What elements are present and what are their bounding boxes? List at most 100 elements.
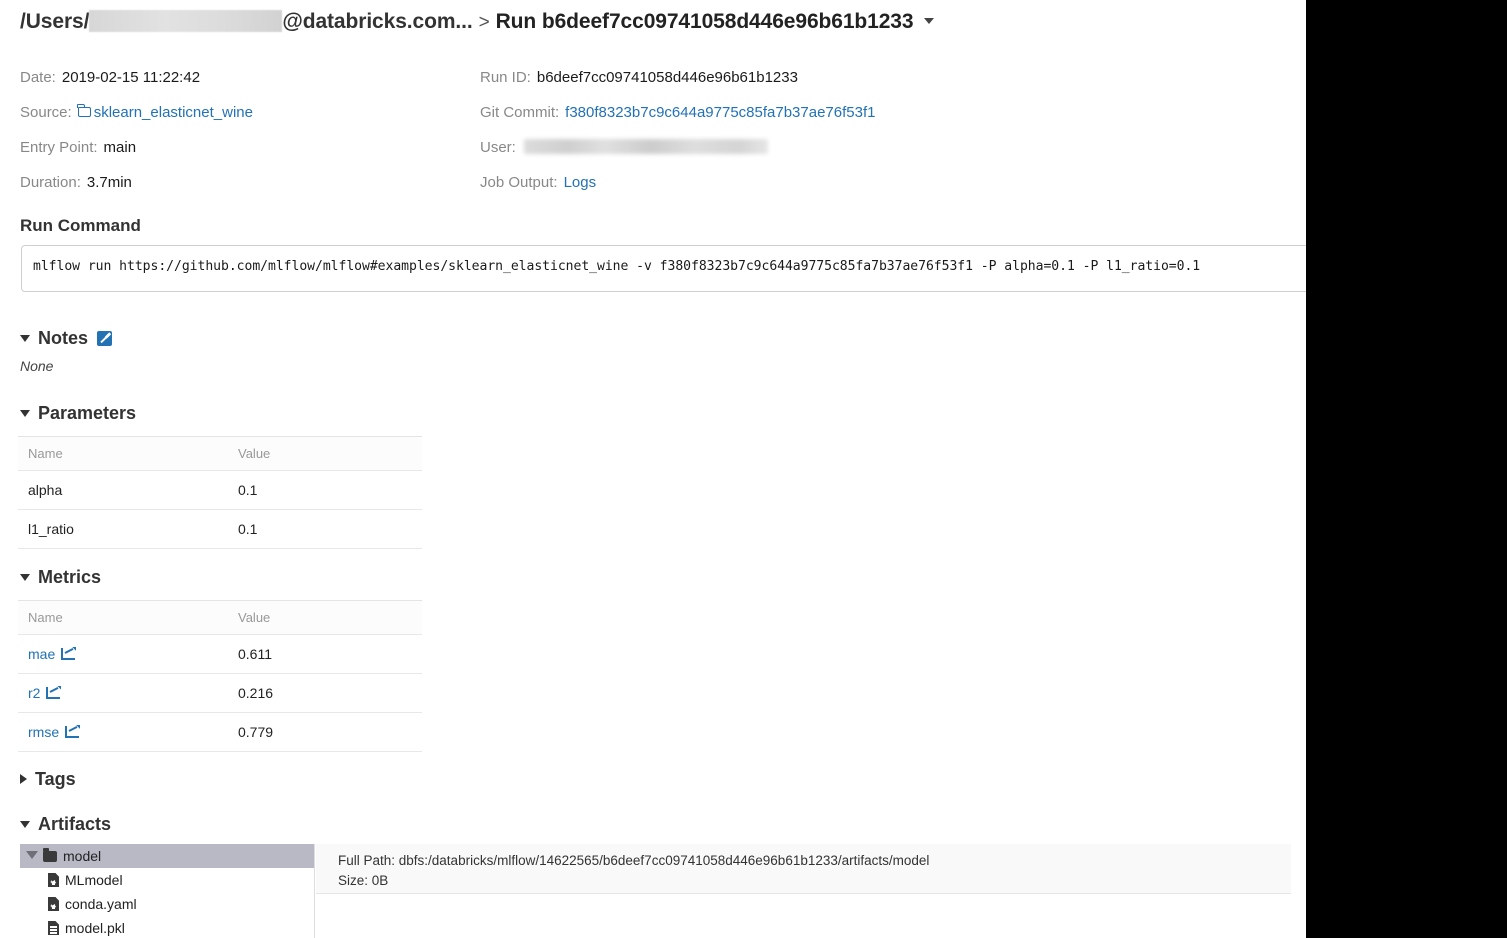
param-value: 0.1	[228, 470, 422, 510]
duration-label: Duration:	[20, 174, 81, 191]
notes-title: Notes	[38, 328, 89, 348]
chevron-expanded-icon[interactable]	[20, 335, 30, 342]
parameters-col-value: Value	[228, 436, 422, 471]
artifact-tree[interactable]: model MLmodel conda.yaml model.pkl	[20, 844, 315, 938]
param-name: alpha	[18, 470, 228, 510]
metrics-table: Name Value mae 0.611 r2 0.216 rmse 0.779	[18, 600, 422, 752]
job-output-logs-link[interactable]: Logs	[564, 174, 597, 191]
code-file-icon	[48, 873, 59, 887]
table-row: r2 0.216	[18, 673, 422, 713]
list-item[interactable]: conda.yaml	[20, 892, 314, 916]
metric-value: 0.779	[228, 712, 422, 752]
parameters-header-row: Name Value	[18, 436, 422, 471]
section-header-tags[interactable]: Tags	[20, 769, 76, 790]
table-row: mae 0.611	[18, 634, 422, 674]
chevron-down-icon[interactable]	[924, 18, 935, 24]
user-value-redacted	[523, 139, 768, 154]
param-value: 0.1	[228, 509, 422, 549]
chevron-expanded-icon[interactable]	[20, 574, 30, 581]
metrics-header-row: Name Value	[18, 600, 422, 635]
metadata-row-user: User:	[480, 130, 1000, 165]
param-name: l1_ratio	[18, 509, 228, 549]
chart-line-icon[interactable]	[46, 687, 61, 699]
entry-point-label: Entry Point:	[20, 139, 98, 156]
entry-point-value: main	[103, 139, 137, 156]
section-header-metrics[interactable]: Metrics	[20, 567, 101, 588]
source-label: Source:	[20, 104, 72, 121]
file-icon	[48, 921, 59, 935]
folder-icon	[77, 104, 91, 117]
parameters-col-name: Name	[18, 436, 228, 471]
artifact-name: model.pkl	[65, 920, 125, 936]
list-item[interactable]: model	[20, 844, 314, 868]
chevron-expanded-icon[interactable]	[26, 851, 38, 859]
run-metadata-right-column: Run ID: b6deef7cc09741058d446e96b61b1233 …	[480, 60, 1000, 200]
run-command-text: mlflow run https://github.com/mlflow/mlf…	[33, 259, 1201, 274]
run-id-label: Run ID:	[480, 69, 531, 86]
edit-pencil-icon[interactable]	[97, 331, 113, 346]
source-link[interactable]: sklearn_elasticnet_wine	[94, 104, 253, 121]
metric-link-mae[interactable]: mae	[28, 646, 55, 662]
breadcrumb: /Users/ @databricks.com... > Run b6deef7cc0…	[20, 10, 935, 34]
letterbox-area	[1306, 0, 1507, 938]
date-label: Date:	[20, 69, 56, 86]
parameters-table: Name Value alpha 0.1 l1_ratio 0.1	[18, 436, 422, 549]
artifact-full-path: Full Path: dbfs:/databricks/mlflow/14622…	[338, 853, 930, 868]
code-file-icon	[48, 897, 59, 911]
list-item[interactable]: MLmodel	[20, 868, 314, 892]
user-label: User:	[480, 139, 516, 156]
run-command-box[interactable]: mlflow run https://github.com/mlflow/mlf…	[21, 245, 1306, 292]
chart-line-icon[interactable]	[65, 726, 80, 738]
table-row: l1_ratio 0.1	[18, 509, 422, 549]
metadata-row-duration: Duration: 3.7min	[20, 165, 480, 200]
breadcrumb-username-redacted	[89, 10, 283, 32]
git-commit-link[interactable]: f380f8323b7c9c644a9775c85fa7b37ae76f53f1	[565, 104, 875, 121]
table-row: rmse 0.779	[18, 712, 422, 752]
metrics-col-name: Name	[18, 600, 228, 635]
mlflow-run-detail-page: /Users/ @databricks.com... > Run b6deef7cc0…	[0, 0, 1306, 938]
duration-value: 3.7min	[86, 174, 132, 191]
metric-name-cell: mae	[18, 634, 228, 674]
section-header-parameters[interactable]: Parameters	[20, 403, 136, 424]
metric-name-cell: r2	[18, 673, 228, 713]
folder-icon	[43, 848, 57, 862]
breadcrumb-separator: >	[478, 12, 490, 33]
metric-name-cell: rmse	[18, 712, 228, 752]
metadata-row-date: Date: 2019-02-15 11:22:42	[20, 60, 480, 95]
metrics-col-value: Value	[228, 600, 422, 635]
table-row: alpha 0.1	[18, 470, 422, 510]
metadata-row-job-output: Job Output: Logs	[480, 165, 1000, 200]
metadata-row-entry-point: Entry Point: main	[20, 130, 480, 165]
chevron-collapsed-icon[interactable]	[20, 774, 27, 784]
page-title: Run b6deef7cc09741058d446e96b61b1233	[495, 10, 914, 33]
metrics-title: Metrics	[38, 567, 102, 587]
metadata-row-source: Source: sklearn_elasticnet_wine	[20, 95, 480, 130]
metric-link-rmse[interactable]: rmse	[28, 724, 59, 740]
artifact-name: conda.yaml	[65, 896, 137, 912]
run-id-value: b6deef7cc09741058d446e96b61b1233	[536, 69, 798, 86]
breadcrumb-users-prefix[interactable]: /Users/	[20, 10, 89, 33]
artifacts-panel: model MLmodel conda.yaml model.pkl Full …	[20, 844, 1291, 938]
artifact-name: MLmodel	[65, 872, 123, 888]
metric-link-r2[interactable]: r2	[28, 685, 40, 701]
run-command-title: Run Command	[20, 216, 141, 235]
section-header-notes[interactable]: Notes	[20, 328, 113, 349]
artifact-name: model	[63, 848, 102, 864]
breadcrumb-domain-suffix[interactable]: @databricks.com...	[282, 10, 472, 33]
chevron-expanded-icon[interactable]	[20, 821, 30, 828]
date-value: 2019-02-15 11:22:42	[61, 69, 201, 86]
list-item[interactable]: model.pkl	[20, 916, 314, 938]
metadata-row-git-commit: Git Commit: f380f8323b7c9c644a9775c85fa7b…	[480, 95, 1000, 130]
metadata-row-run-id: Run ID: b6deef7cc09741058d446e96b61b1233	[480, 60, 1000, 95]
chevron-expanded-icon[interactable]	[20, 410, 30, 417]
chart-line-icon[interactable]	[61, 648, 76, 660]
artifacts-title: Artifacts	[38, 814, 112, 834]
metric-value: 0.216	[228, 673, 422, 713]
git-commit-label: Git Commit:	[480, 104, 560, 121]
parameters-title: Parameters	[38, 403, 137, 423]
tags-title: Tags	[35, 769, 76, 789]
section-header-artifacts[interactable]: Artifacts	[20, 814, 111, 835]
notes-body: None	[20, 358, 54, 374]
run-metadata-left-column: Date: 2019-02-15 11:22:42 Source: sklearn_…	[20, 60, 480, 200]
job-output-label: Job Output:	[480, 174, 558, 191]
